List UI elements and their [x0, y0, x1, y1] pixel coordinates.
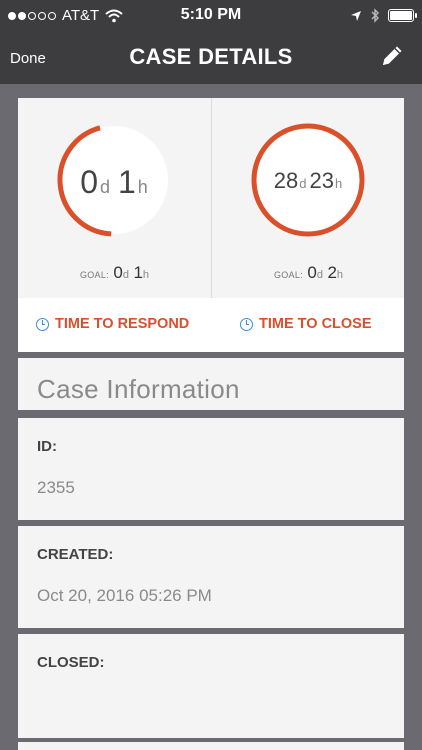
field-closed-label: CLOSED:	[37, 654, 105, 671]
close-hour-unit: h	[335, 176, 342, 191]
time-to-close-panel[interactable]: 28d 23h GOAL: 0d 2h	[212, 98, 405, 298]
goal-hours: 1	[133, 263, 143, 282]
field-id-value: 2355	[37, 478, 75, 497]
clock-icon	[240, 317, 253, 331]
sla-card: 0d1h GOAL: 0d 1h 28d 23h GOAL: 0d 2h TIME…	[18, 98, 404, 352]
goal-day-unit: d	[122, 269, 129, 281]
location-arrow-icon	[351, 10, 361, 21]
case-information-header: Case Information	[18, 358, 404, 410]
clock-icon	[36, 317, 49, 331]
tab-time-to-close[interactable]: TIME TO CLOSE	[240, 316, 372, 332]
close-hours: 23	[310, 168, 334, 193]
tab-time-to-close-label: TIME TO CLOSE	[259, 316, 372, 332]
respond-hour-unit: h	[138, 177, 148, 197]
goal-label: GOAL:	[79, 270, 109, 280]
respond-days: 0	[80, 164, 98, 200]
respond-day-unit: d	[100, 177, 110, 197]
tab-time-to-respond[interactable]: TIME TO RESPOND	[36, 316, 189, 332]
goal-days: 0	[307, 263, 317, 282]
field-closed: CLOSED:	[18, 634, 404, 738]
next-field-card	[18, 742, 404, 750]
close-day-unit: d	[299, 176, 306, 191]
sla-tabs: TIME TO RESPOND TIME TO CLOSE	[18, 298, 404, 352]
respond-hours: 1	[118, 164, 136, 200]
tab-time-to-respond-label: TIME TO RESPOND	[55, 316, 190, 332]
field-created-label: CREATED:	[37, 546, 114, 563]
goal-label: GOAL:	[273, 270, 303, 280]
battery-icon	[388, 9, 417, 22]
close-days: 28	[274, 168, 298, 193]
nav-bar: Done CASE DETAILS	[0, 32, 422, 84]
field-id-label: ID:	[37, 438, 57, 455]
field-created: CREATED: Oct 20, 2016 05:26 PM	[18, 526, 404, 628]
pencil-icon[interactable]	[378, 42, 406, 70]
status-bar: AT&T 5:10 PM	[0, 0, 422, 32]
page-title: CASE DETAILS	[129, 44, 293, 69]
goal-hours: 2	[327, 263, 337, 282]
goal-hour-unit: h	[142, 269, 150, 281]
goal-hour-unit: h	[336, 269, 344, 281]
close-timer-ring: 28d 23h	[251, 123, 365, 237]
goal-days: 0	[113, 263, 123, 282]
goal-day-unit: d	[316, 269, 323, 281]
respond-goal: GOAL: 0d 1h	[18, 263, 211, 283]
respond-timer-ring: 0d1h	[57, 125, 168, 237]
field-created-value: Oct 20, 2016 05:26 PM	[37, 586, 212, 605]
section-title: Case Information	[37, 374, 240, 404]
field-id: ID: 2355	[18, 418, 404, 520]
close-goal: GOAL: 0d 2h	[212, 263, 405, 283]
bluetooth-icon	[371, 8, 379, 23]
status-right-icons	[350, 8, 417, 23]
battery-fill	[390, 11, 412, 20]
time-to-respond-panel[interactable]: 0d1h GOAL: 0d 1h	[18, 98, 211, 298]
